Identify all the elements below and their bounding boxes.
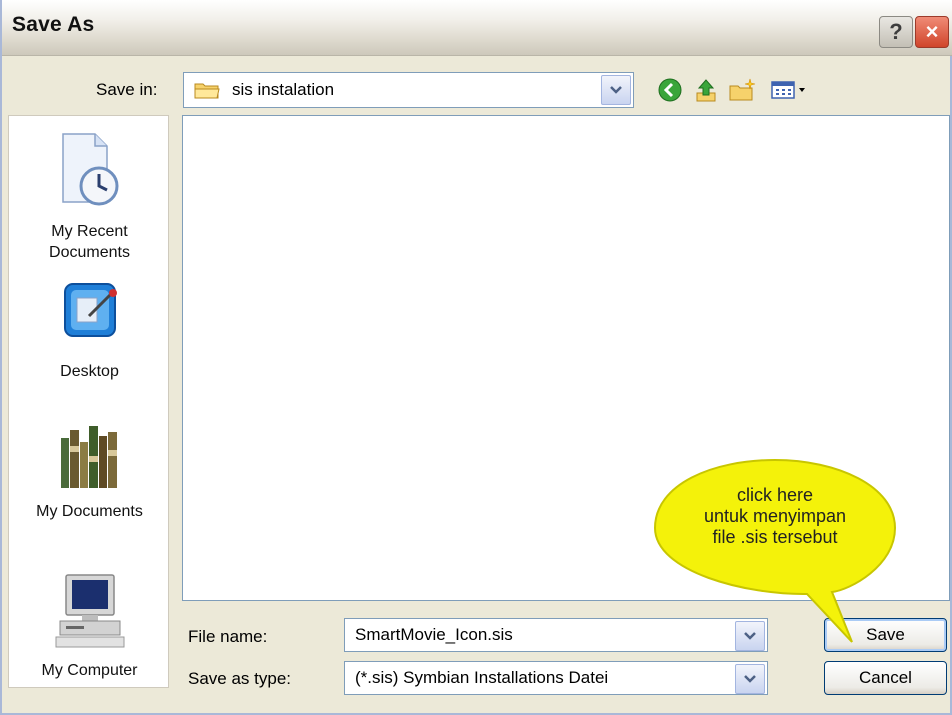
back-button[interactable] — [656, 76, 684, 104]
file-name-label: File name: — [188, 627, 268, 646]
help-icon: ? — [889, 19, 903, 44]
my-documents-icon — [60, 426, 117, 488]
close-button[interactable]: × — [915, 16, 949, 48]
my-computer-icon — [55, 574, 124, 648]
save-button-label: Save — [866, 625, 905, 644]
place-my-documents[interactable]: My Documents — [9, 416, 170, 522]
file-list[interactable] — [182, 115, 950, 601]
place-desktop[interactable]: Desktop — [9, 276, 170, 382]
recent-documents-icon — [61, 133, 118, 206]
chevron-down-icon — [610, 86, 622, 94]
desktop-icon — [63, 283, 117, 337]
save-as-type-label: Save as type: — [188, 669, 292, 688]
cancel-button[interactable]: Cancel — [824, 661, 947, 695]
save-as-type-select[interactable]: (*.sis) Symbian Installations Datei — [344, 661, 768, 695]
close-icon: × — [925, 19, 939, 44]
window-title: Save As — [12, 13, 95, 36]
help-button[interactable]: ? — [879, 16, 913, 48]
new-folder-icon — [729, 78, 756, 101]
place-my-recent-documents[interactable]: My Recent Documents — [9, 130, 170, 263]
file-name-value: SmartMovie_Icon.sis — [355, 625, 513, 644]
title-bar[interactable]: Save As ? × — [2, 0, 952, 56]
save-in-value: sis instalation — [232, 80, 335, 99]
place-label-my-computer: My Computer — [41, 662, 138, 679]
cancel-button-label: Cancel — [859, 668, 912, 687]
save-in-label: Save in: — [96, 80, 158, 99]
back-arrow-icon — [658, 78, 682, 102]
place-my-computer[interactable]: My Computer — [9, 571, 170, 681]
place-label-desktop: Desktop — [60, 363, 119, 380]
place-label-my-documents: My Documents — [36, 503, 143, 520]
save-as-type-value: (*.sis) Symbian Installations Datei — [355, 668, 609, 687]
save-as-dialog: Save As ? × Save in: sis instalation My … — [0, 0, 952, 715]
view-menu-button[interactable] — [768, 76, 812, 104]
file-name-dropdown-arrow[interactable] — [735, 621, 765, 651]
view-menu-icon — [771, 81, 805, 99]
place-label-recent-line1: My Recent — [51, 223, 128, 240]
save-as-type-dropdown-arrow[interactable] — [735, 664, 765, 694]
save-button[interactable]: Save — [824, 618, 947, 652]
places-bar: My Recent Documents Desktop My Documents… — [8, 115, 169, 688]
chevron-down-icon — [744, 632, 756, 640]
save-in-dropdown[interactable]: sis instalation — [183, 72, 634, 108]
up-folder-button[interactable] — [692, 76, 720, 104]
new-folder-button[interactable] — [728, 76, 756, 104]
up-folder-icon — [696, 79, 716, 102]
file-name-input[interactable]: SmartMovie_Icon.sis — [344, 618, 768, 652]
folder-icon — [194, 83, 220, 99]
place-label-recent-line2: Documents — [49, 244, 130, 261]
save-in-dropdown-arrow[interactable] — [601, 75, 631, 105]
chevron-down-icon — [744, 675, 756, 683]
